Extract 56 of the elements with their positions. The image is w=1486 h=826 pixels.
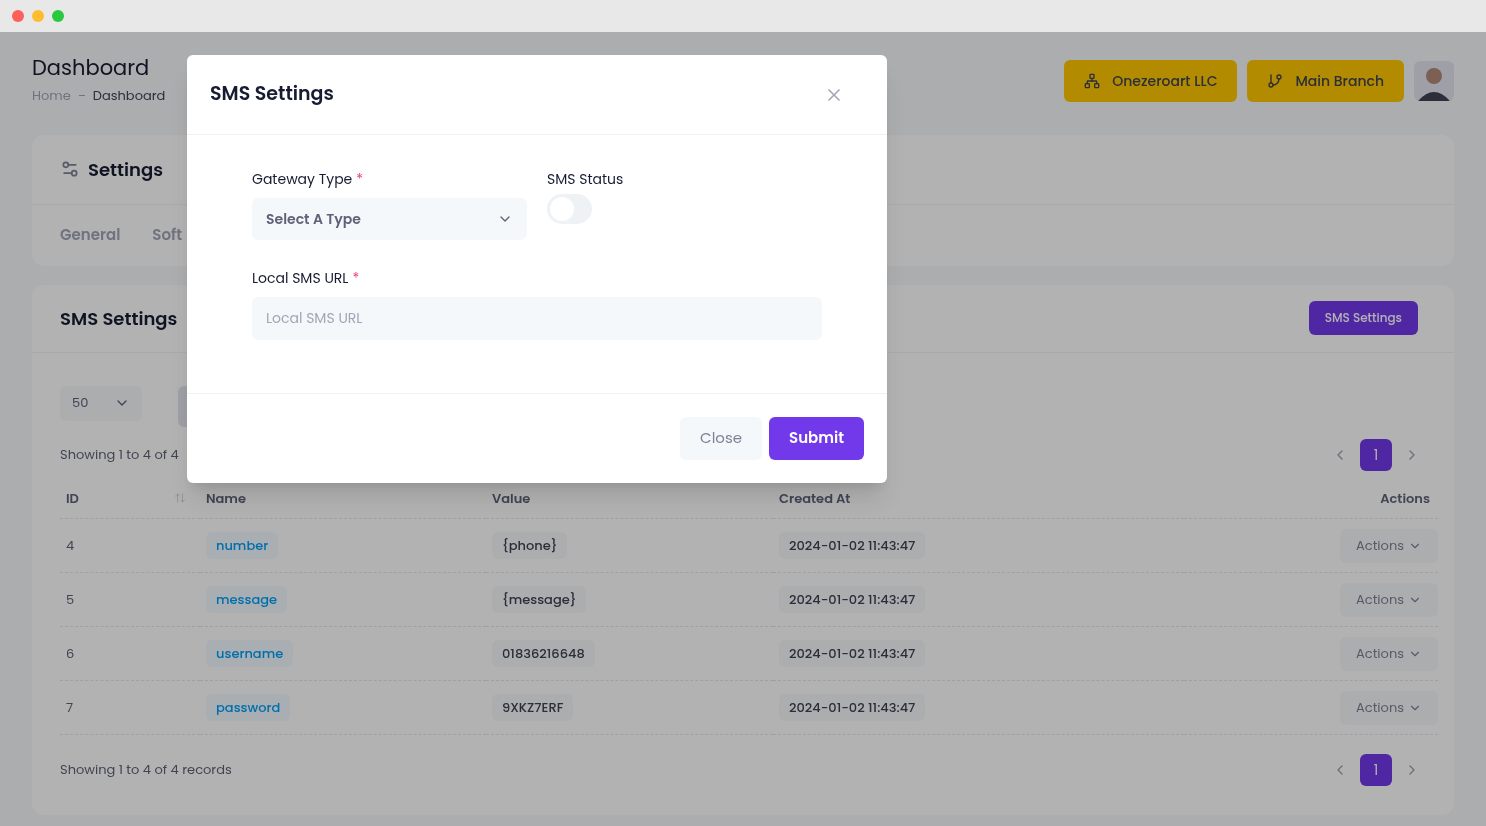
value-tag: 9XKZ7ERF — [492, 693, 574, 722]
page-size-select[interactable]: 50 — [60, 385, 142, 421]
date-tag: 2024-01-02 11:43:47 — [779, 639, 926, 668]
card-title: Settings — [88, 155, 163, 183]
settings-tab[interactable]: Soft — [152, 223, 183, 247]
sms-settings-button[interactable]: SMS Settings — [1308, 301, 1418, 335]
date-tag: 2024-01-02 11:43:47 — [779, 585, 926, 614]
settings-tab[interactable]: General — [60, 223, 121, 247]
gateway-type-select[interactable]: Select A Type — [252, 198, 527, 240]
column-header[interactable]: ID — [60, 478, 200, 519]
required-asterisk: * — [356, 169, 364, 189]
breadcrumb-current: Dashboard — [92, 86, 166, 106]
name-tag: number — [206, 531, 279, 560]
actions-button[interactable]: Actions — [1340, 582, 1438, 617]
close-window-icon[interactable] — [12, 10, 24, 22]
name-tag: password — [206, 693, 291, 722]
value-tag: {message} — [492, 585, 587, 614]
network-icon — [1084, 73, 1101, 89]
date-tag: 2024-01-02 11:43:47 — [779, 531, 926, 560]
branch-button[interactable]: Main Branch — [1247, 60, 1404, 102]
actions-button[interactable]: Actions — [1340, 528, 1438, 563]
column-header: Value — [486, 478, 773, 519]
table-cell: 5 — [60, 572, 200, 627]
records-summary: Showing 1 to 4 of 4 records — [60, 760, 232, 780]
column-header: Name — [200, 478, 486, 519]
actions-button[interactable]: Actions — [1340, 690, 1438, 725]
branch-icon — [1267, 73, 1284, 89]
local-sms-url-field[interactable]: Local SMS URL — [252, 297, 822, 340]
table-cell: 4 — [60, 518, 200, 573]
page-button[interactable]: 1 — [1360, 754, 1392, 786]
field-label: SMS Status — [547, 169, 624, 190]
table-cell: 6 — [60, 626, 200, 681]
card-title: SMS Settings — [60, 304, 178, 332]
column-header: Actions — [1183, 478, 1438, 519]
table-cell: 7 — [60, 680, 200, 735]
zoom-window-icon[interactable] — [52, 10, 64, 22]
value-tag: {phone} — [492, 531, 568, 560]
modal-title: SMS Settings — [210, 80, 334, 109]
avatar[interactable] — [1414, 61, 1454, 101]
page-button[interactable]: 1 — [1360, 438, 1392, 471]
column-header: Created At — [773, 478, 1184, 519]
actions-button[interactable]: Actions — [1340, 636, 1438, 671]
field-label: Local SMS URL — [252, 268, 349, 288]
sort-icon[interactable] — [174, 492, 186, 505]
field-label: Gateway Type — [252, 169, 353, 189]
value-tag: 01836216648 — [492, 639, 595, 668]
name-tag: username — [206, 639, 294, 668]
date-tag: 2024-01-02 11:43:47 — [779, 693, 926, 722]
name-tag: message — [206, 585, 288, 614]
submit-button[interactable]: Submit — [769, 417, 864, 460]
records-summary: Showing 1 to 4 of 4 — [60, 444, 179, 465]
page-title: Dashboard — [32, 54, 151, 82]
required-asterisk: * — [352, 268, 360, 288]
company-button[interactable]: Onezeroart LLC — [1064, 60, 1238, 102]
minimize-window-icon[interactable] — [32, 10, 44, 22]
close-button[interactable]: Close — [680, 417, 763, 460]
